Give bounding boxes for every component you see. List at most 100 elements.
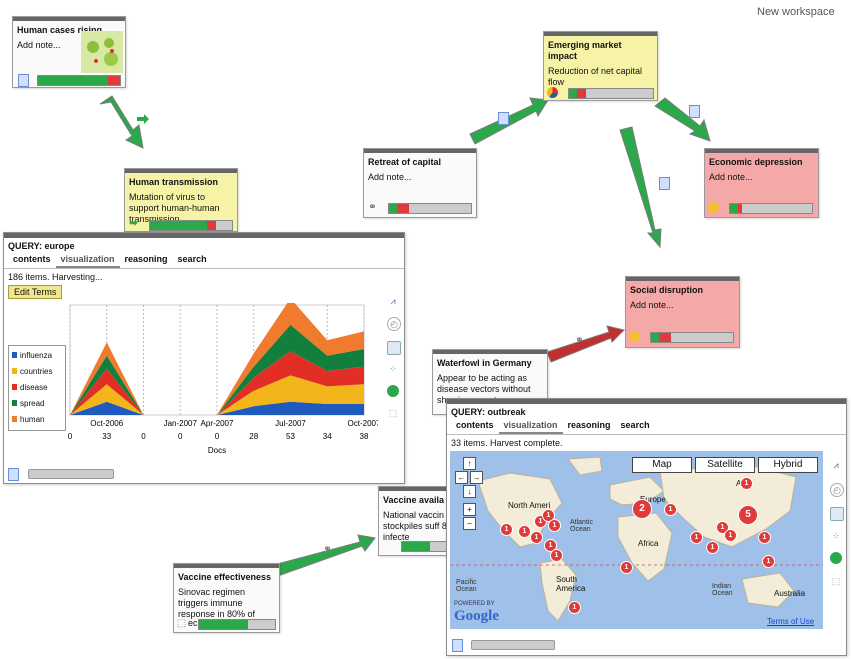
puzzle-icon[interactable]: ⬚: [830, 575, 842, 587]
tab-contents[interactable]: contents: [451, 418, 499, 434]
pan-left-icon[interactable]: ←: [455, 471, 468, 484]
zoom-in-icon[interactable]: +: [463, 503, 476, 516]
chain-link-icon[interactable]: ⚭: [367, 202, 378, 213]
outbreak-marker[interactable]: 1: [664, 503, 677, 516]
card-note[interactable]: Add note...: [364, 170, 476, 185]
chain-link-icon[interactable]: ⚭: [574, 335, 585, 346]
tab-visualization[interactable]: visualization: [498, 418, 563, 434]
query-panel-outbreak[interactable]: QUERY: outbreak contents visualization r…: [446, 398, 847, 656]
query-panel-europe[interactable]: QUERY: europe contents visualization rea…: [3, 232, 405, 484]
map-label-indian-ocean: Indian Ocean: [712, 583, 733, 597]
card-title: Social disruption: [630, 285, 704, 295]
pan-down-icon[interactable]: ↓: [463, 485, 476, 498]
arrow-emerging-to-social[interactable]: [619, 126, 662, 249]
outbreak-marker[interactable]: 1: [550, 549, 563, 562]
map-thumbnail-icon: [81, 31, 123, 73]
map-type-map-button[interactable]: Map: [632, 457, 692, 473]
card-note[interactable]: Add note...: [626, 298, 739, 313]
map-label-australia: Australia: [774, 589, 806, 598]
card-retreat-of-capital[interactable]: Retreat of capital Add note... ⚭: [363, 148, 477, 218]
legend-swatch: [12, 416, 17, 422]
chart-view-icon[interactable]: ⩘: [387, 295, 399, 307]
terms-of-use-link[interactable]: Terms of Use: [767, 617, 814, 626]
outbreak-marker[interactable]: 1: [758, 531, 771, 544]
outbreak-marker[interactable]: 5: [738, 505, 758, 525]
map-type-hybrid-button[interactable]: Hybrid: [758, 457, 818, 473]
map-label-africa: Africa: [638, 539, 659, 548]
outbreak-marker[interactable]: 1: [690, 531, 703, 544]
document-icon[interactable]: [18, 74, 29, 87]
calendar-icon[interactable]: [830, 507, 844, 521]
clock-icon[interactable]: ◴: [387, 317, 401, 331]
face-icon[interactable]: [629, 331, 640, 342]
globe-icon[interactable]: [387, 385, 399, 397]
outbreak-marker[interactable]: 1: [548, 519, 561, 532]
progress-red: [738, 204, 743, 213]
chart-view-icon[interactable]: ⩘: [830, 459, 842, 471]
pan-right-icon[interactable]: →: [470, 471, 483, 484]
docs-count-label: 0: [68, 432, 73, 441]
card-title: Retreat of capital: [368, 157, 442, 167]
arrow-emerging-to-depression[interactable]: [654, 97, 711, 142]
card-note[interactable]: Reduction of net capital flow: [544, 64, 657, 90]
map-type-satellite-button[interactable]: Satellite: [695, 457, 755, 473]
arrow-effectiveness-to-availability[interactable]: [269, 534, 376, 578]
calendar-icon[interactable]: [387, 341, 401, 355]
card-social-disruption[interactable]: Social disruption Add note...: [625, 276, 740, 348]
network-icon[interactable]: ⁘: [387, 363, 399, 375]
tab-reasoning[interactable]: reasoning: [120, 252, 173, 268]
arrow-human-cases-to-transmission[interactable]: [99, 95, 144, 149]
docs-count-label: 38: [360, 432, 369, 441]
progress-green: [569, 89, 578, 98]
progress-green: [730, 204, 739, 213]
link-doc-icon[interactable]: [498, 112, 509, 125]
tab-contents[interactable]: contents: [8, 252, 56, 268]
outbreak-marker[interactable]: 1: [706, 541, 719, 554]
puzzle-icon[interactable]: ⬚: [176, 618, 187, 629]
card-note[interactable]: Add note...: [705, 170, 818, 185]
edit-terms-button[interactable]: Edit Terms: [8, 285, 63, 299]
outbreak-marker[interactable]: 1: [530, 531, 543, 544]
arrow-waterfowl-to-social[interactable]: [546, 325, 625, 363]
puzzle-icon[interactable]: ⬚: [387, 407, 399, 419]
tab-reasoning[interactable]: reasoning: [563, 418, 616, 434]
pie-chart-icon[interactable]: [547, 87, 558, 98]
card-note[interactable]: Sinovac regimen triggers immune response…: [174, 585, 279, 622]
clock-icon[interactable]: ◴: [830, 483, 844, 497]
document-icon[interactable]: [452, 639, 463, 652]
horizontal-scrollbar[interactable]: [28, 469, 114, 479]
outbreak-marker[interactable]: 1: [724, 529, 737, 542]
arrow-retreat-to-emerging[interactable]: [469, 97, 549, 145]
outbreak-marker[interactable]: 1: [762, 555, 775, 568]
arrow-right-icon[interactable]: ➡: [128, 218, 139, 229]
tab-search[interactable]: search: [173, 252, 212, 268]
progress-green: [389, 204, 398, 213]
pan-up-icon[interactable]: ↑: [463, 457, 476, 470]
legend-item-countries: countries: [12, 364, 62, 380]
zoom-out-icon[interactable]: −: [463, 517, 476, 530]
map-label-atlantic: Atlantic Ocean: [570, 519, 593, 533]
card-economic-depression[interactable]: Economic depression Add note...: [704, 148, 819, 218]
horizontal-scrollbar[interactable]: [471, 640, 555, 650]
card-human-transmission[interactable]: Human transmission Mutation of virus to …: [124, 168, 238, 232]
card-progress-bar: [729, 203, 813, 214]
card-human-cases-rising[interactable]: Human cases rising Add note...: [12, 16, 126, 88]
tab-search[interactable]: search: [616, 418, 655, 434]
network-icon[interactable]: ⁘: [830, 530, 842, 542]
outbreak-marker[interactable]: 2: [632, 499, 652, 519]
outbreak-marker[interactable]: 1: [500, 523, 513, 536]
card-vaccine-effectiveness[interactable]: Vaccine effectiveness Sinovac regimen tr…: [173, 563, 280, 633]
outbreak-marker[interactable]: 1: [568, 601, 581, 614]
link-doc-icon[interactable]: [689, 105, 700, 118]
outbreak-marker[interactable]: 1: [620, 561, 633, 574]
link-doc-icon[interactable]: [659, 177, 670, 190]
world-map[interactable]: North Ameri Europe Asi Atlantic Ocean Af…: [450, 451, 823, 629]
document-icon[interactable]: [8, 468, 19, 481]
card-emerging-market-impact[interactable]: Emerging market impact Reduction of net …: [543, 31, 658, 101]
globe-icon[interactable]: [830, 552, 842, 564]
chain-link-icon[interactable]: ⚭: [322, 544, 333, 555]
face-icon[interactable]: [708, 202, 719, 213]
legend-swatch: [12, 352, 17, 358]
tab-visualization[interactable]: visualization: [55, 252, 120, 268]
outbreak-marker[interactable]: 1: [740, 477, 753, 490]
